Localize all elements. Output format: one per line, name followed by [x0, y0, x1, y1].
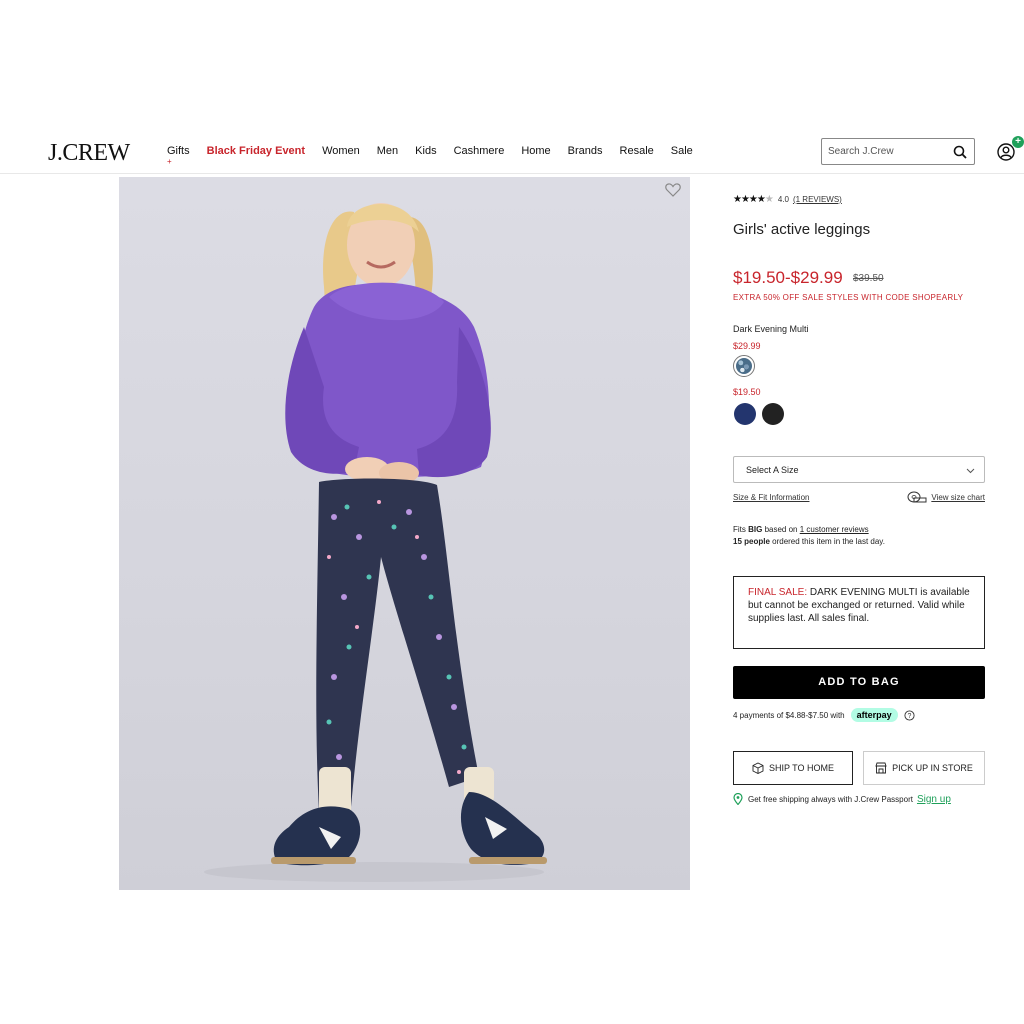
- add-to-bag-button[interactable]: ADD TO BAG: [733, 666, 985, 699]
- afterpay-info: 4 payments of $4.88-$7.50 with afterpay …: [733, 708, 915, 722]
- search-placeholder: Search J.Crew: [828, 146, 894, 157]
- final-sale-notice: FINAL SALE: DARK EVENING MULTI is availa…: [733, 576, 985, 649]
- size-fit-link[interactable]: Size & Fit Information: [733, 493, 809, 502]
- rating-stars-filled: ★★★★: [733, 194, 766, 205]
- passport-text: Get free shipping always with J.Crew Pas…: [748, 794, 913, 804]
- people-suffix: ordered this item in the last day.: [769, 537, 885, 546]
- nav-brands[interactable]: Brands: [568, 145, 603, 157]
- rating-value: 4.0: [777, 195, 789, 204]
- fit-size: BIG: [748, 525, 763, 534]
- fit-reviews-link[interactable]: 1 customer reviews: [800, 525, 869, 534]
- main-nav: Gifts + Black Friday Event Women Men Kids…: [167, 145, 710, 166]
- nav-black-friday[interactable]: Black Friday Event: [207, 145, 305, 157]
- fit-prefix: Fits: [733, 525, 749, 534]
- swatch-navy[interactable]: [734, 403, 756, 425]
- product-image[interactable]: [119, 177, 690, 890]
- sale-price: $19.50-$29.99: [733, 268, 843, 287]
- ship-to-home-label: SHIP TO HOME: [768, 763, 835, 773]
- rating-stars: ★★★★★: [733, 194, 774, 205]
- nav-resale[interactable]: Resale: [620, 145, 654, 157]
- nav-men[interactable]: Men: [377, 145, 398, 157]
- ship-to-home-button[interactable]: SHIP TO HOME: [733, 751, 853, 785]
- product-rating: ★★★★★ 4.0 (1 REVIEWS): [733, 194, 842, 205]
- search-input[interactable]: Search J.Crew: [821, 138, 975, 165]
- nav-sale[interactable]: Sale: [671, 145, 693, 157]
- size-chart-label: View size chart: [931, 492, 985, 502]
- size-select-dropdown[interactable]: Select A Size: [733, 456, 985, 483]
- site-header: J.CREW Gifts + Black Friday Event Women M…: [0, 128, 1024, 174]
- account-badge: +: [1012, 136, 1024, 148]
- nav-home[interactable]: Home: [521, 145, 550, 157]
- original-price: $39.50: [853, 273, 884, 284]
- size-chart-link[interactable]: View size chart: [907, 491, 985, 503]
- people-count: 15 people: [733, 537, 770, 546]
- svg-text:?: ?: [907, 713, 911, 720]
- final-sale-label: FINAL SALE:: [748, 587, 808, 598]
- store-icon: [875, 762, 887, 774]
- passport-promo: Get free shipping always with J.Crew Pas…: [733, 793, 951, 805]
- chevron-down-icon: [966, 468, 975, 474]
- product-title: Girls' active leggings: [733, 221, 871, 238]
- nav-gifts[interactable]: Gifts +: [167, 145, 190, 166]
- fit-line: Fits BIG based on 1 customer reviews: [733, 524, 885, 536]
- info-icon[interactable]: ?: [904, 709, 915, 721]
- sign-up-link[interactable]: Sign up: [917, 794, 951, 805]
- reviews-link[interactable]: (1 REVIEWS): [793, 195, 842, 204]
- size-select-label: Select A Size: [746, 465, 799, 475]
- swatch-print-fill: [736, 358, 752, 374]
- afterpay-logo[interactable]: afterpay: [850, 708, 898, 722]
- nav-women[interactable]: Women: [322, 145, 360, 157]
- pick-up-in-store-button[interactable]: PICK UP IN STORE: [863, 751, 985, 785]
- afterpay-text: 4 payments of $4.88-$7.50 with: [733, 710, 845, 720]
- nav-gifts-label: Gifts: [167, 145, 190, 157]
- fit-info: Fits BIG based on 1 customer reviews 15 …: [733, 524, 885, 548]
- fit-middle: based on: [762, 525, 800, 534]
- measuring-tape-icon: [907, 491, 927, 503]
- swatch-black[interactable]: [762, 403, 784, 425]
- swatch-dark-evening-multi[interactable]: [733, 355, 755, 377]
- jcrew-logo[interactable]: J.CREW: [48, 140, 130, 167]
- wishlist-heart-icon[interactable]: [665, 183, 681, 197]
- location-pin-icon: [733, 793, 743, 805]
- rating-star-empty: ★: [764, 194, 774, 205]
- nav-kids[interactable]: Kids: [415, 145, 436, 157]
- box-icon: [752, 762, 764, 774]
- orders-line: 15 people ordered this item in the last …: [733, 536, 885, 548]
- nav-gifts-dot: +: [167, 157, 172, 166]
- product-photo-illustration: [204, 203, 547, 882]
- nav-cashmere[interactable]: Cashmere: [454, 145, 505, 157]
- swatch-price-group-1: $29.99: [733, 341, 761, 351]
- swatch-price-group-2: $19.50: [733, 387, 761, 397]
- search-icon[interactable]: [952, 144, 968, 160]
- selected-color-name: Dark Evening Multi: [733, 324, 809, 334]
- pick-up-label: PICK UP IN STORE: [892, 763, 973, 773]
- promo-message: EXTRA 50% OFF SALE STYLES WITH CODE SHOP…: [733, 293, 964, 302]
